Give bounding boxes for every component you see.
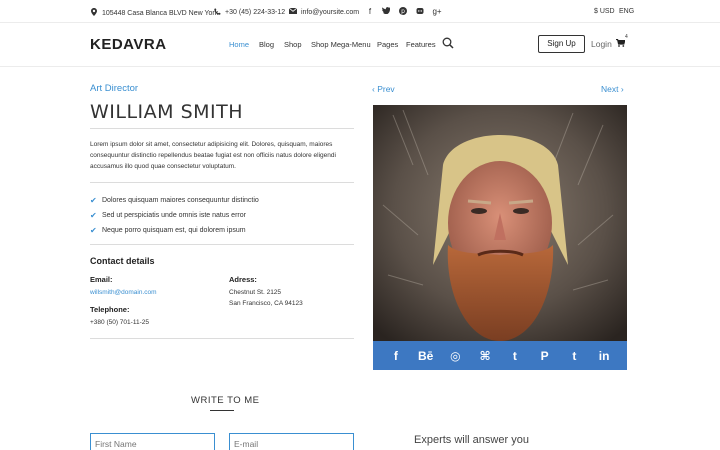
divider xyxy=(90,182,354,183)
title-underline xyxy=(210,410,234,411)
first-name-input[interactable] xyxy=(90,433,215,450)
behance-icon[interactable]: Bē xyxy=(416,349,436,363)
check-icon: ✔ xyxy=(90,226,97,235)
map-marker-icon xyxy=(90,8,98,18)
nav-pages[interactable]: Pages xyxy=(377,40,398,49)
pinterest-icon[interactable]: P xyxy=(535,349,555,363)
divider xyxy=(90,338,354,339)
facebook-icon[interactable]: f xyxy=(365,7,375,16)
email-text[interactable]: info@yoursite.com xyxy=(301,9,359,16)
address-line-2: San Francisco, CA 94123 xyxy=(229,300,303,307)
phone-icon xyxy=(213,8,221,17)
nav-home[interactable]: Home xyxy=(229,40,249,49)
facebook-icon[interactable]: f xyxy=(386,349,406,363)
linkedin-icon[interactable]: in xyxy=(594,349,614,363)
google-plus-icon[interactable]: g+ xyxy=(432,7,442,16)
pinterest-icon[interactable]: p xyxy=(398,7,408,17)
phone-info: +30 (45) 224-33-12 xyxy=(213,8,285,17)
profile-role: Art Director xyxy=(90,83,139,94)
github-icon[interactable] xyxy=(415,7,425,17)
login-link[interactable]: Login xyxy=(591,39,612,49)
telephone-label: Telephone: xyxy=(90,305,130,314)
next-label: Next xyxy=(601,84,619,94)
list-item-text: Neque porro quisquam est, qui dolorem ip… xyxy=(102,227,246,234)
nav-features[interactable]: Features xyxy=(406,40,436,49)
svg-text:p: p xyxy=(401,8,405,15)
check-icon: ✔ xyxy=(90,211,97,220)
profile-name: WILLIAM SMITH xyxy=(90,101,244,123)
nav-blog[interactable]: Blog xyxy=(259,40,274,49)
address-line-1: Chestnut St. 2125 xyxy=(229,289,282,296)
email-input[interactable] xyxy=(229,433,354,450)
site-logo[interactable]: KEDAVRA xyxy=(90,36,167,53)
sign-up-button[interactable]: Sign Up xyxy=(538,35,585,53)
next-link[interactable]: Next › xyxy=(601,84,624,94)
check-icon: ✔ xyxy=(90,196,97,205)
cart-count-badge: 4 xyxy=(625,34,628,40)
write-to-me-title: WRITE TO ME xyxy=(191,395,260,406)
profile-photo xyxy=(373,105,627,341)
list-item: ✔ Dolores quisquam maiores consequuntur d… xyxy=(90,193,259,208)
experts-heading: Experts will answer you xyxy=(414,434,529,446)
social-share-bar: f Bē ◎ ⌘ t P t in xyxy=(373,341,627,370)
prev-label: Prev xyxy=(377,84,395,94)
envelope-icon xyxy=(288,7,298,16)
currency-selector[interactable]: $ USD xyxy=(594,8,615,15)
phone-text: +30 (45) 224-33-12 xyxy=(225,9,286,16)
twitter-icon[interactable] xyxy=(381,7,391,16)
feature-checklist: ✔ Dolores quisquam maiores consequuntur d… xyxy=(90,193,259,238)
shopping-cart-icon[interactable] xyxy=(616,38,626,49)
twitter-icon[interactable]: t xyxy=(505,349,525,363)
email-info[interactable]: info@yoursite.com xyxy=(288,7,359,16)
list-item-text: Sed ut perspiciatis unde omnis iste natu… xyxy=(102,212,246,219)
main-header: KEDAVRA Home Blog Shop Shop Mega-Menu Pa… xyxy=(0,23,720,67)
address-text: 105448 Casa Blanca BLVD New York xyxy=(102,9,219,17)
divider xyxy=(90,244,354,245)
divider xyxy=(90,128,354,129)
prev-link[interactable]: ‹ Prev xyxy=(372,84,395,94)
address-label: Adress: xyxy=(229,275,257,284)
nav-shop[interactable]: Shop xyxy=(284,40,302,49)
github-icon[interactable]: ⌘ xyxy=(475,349,495,363)
contact-details-title: Contact details xyxy=(90,256,155,266)
email-link[interactable]: willsmith@domain.com xyxy=(90,287,157,298)
search-icon[interactable] xyxy=(442,36,454,49)
nav-shop-mega-menu[interactable]: Shop Mega-Menu xyxy=(311,40,371,49)
dribbble-icon[interactable]: ◎ xyxy=(445,349,465,363)
telephone-value: +380 (50) 701-11-25 xyxy=(90,319,149,326)
address-info: 105448 Casa Blanca BLVD New York xyxy=(90,8,218,18)
chevron-right-icon: › xyxy=(618,84,624,94)
tumblr-icon[interactable]: t xyxy=(564,349,584,363)
email-label: Email: xyxy=(90,275,113,284)
top-bar: 105448 Casa Blanca BLVD New York +30 (45… xyxy=(0,0,720,23)
profile-intro: Lorem ipsum dolor sit amet, consectetur … xyxy=(90,141,336,170)
list-item: ✔ Neque porro quisquam est, qui dolorem i… xyxy=(90,223,259,238)
language-selector[interactable]: ENG xyxy=(619,8,634,15)
list-item-text: Dolores quisquam maiores consequuntur di… xyxy=(102,197,259,204)
list-item: ✔ Sed ut perspiciatis unde omnis iste nat… xyxy=(90,208,259,223)
